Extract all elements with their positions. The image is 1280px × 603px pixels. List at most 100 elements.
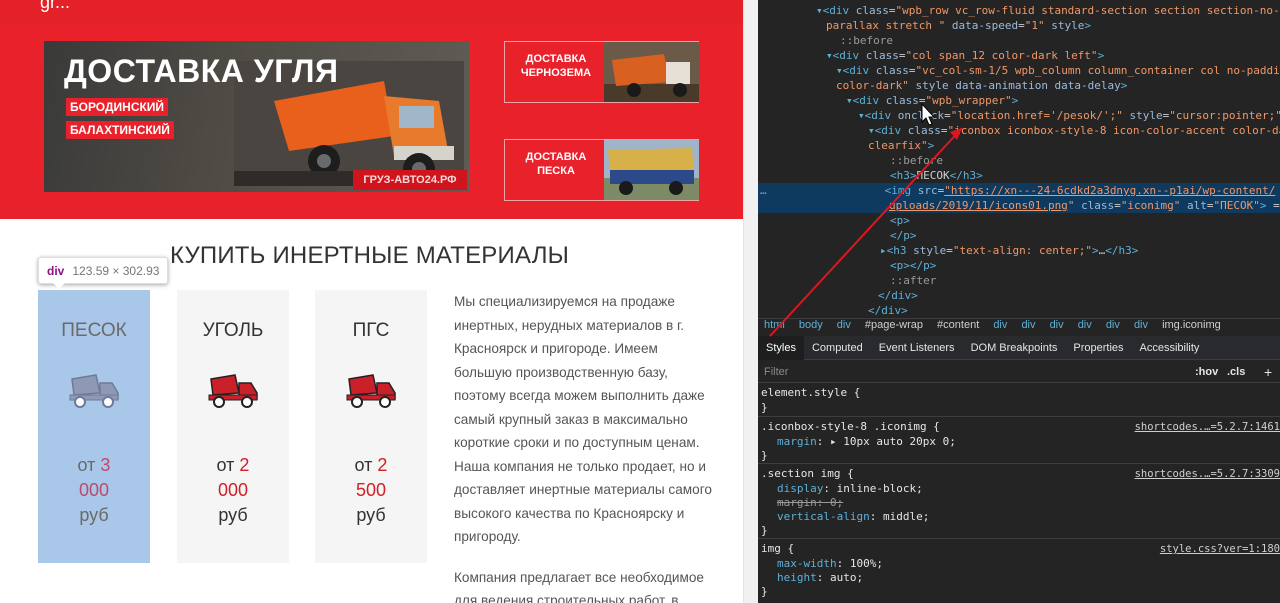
rule-declaration[interactable]: vertical-align: middle; [777, 510, 929, 524]
dom-line[interactable]: color-dark" style data-animation data-de… [836, 78, 1127, 93]
devtools-tabs: Styles Computed Event Listeners DOM Breakpo… [758, 336, 1280, 360]
dump-truck-icon [208, 374, 258, 408]
banner-site-label: ГРУЗ-АВТО24.РФ [353, 170, 467, 190]
filter-input[interactable]: Filter [764, 361, 788, 383]
dom-line[interactable]: ▾<div class="wpb_row vc_row-fluid standa… [816, 3, 1280, 18]
rule-element-style[interactable]: element.style { } [758, 384, 1280, 417]
dom-line[interactable]: </div> [878, 288, 918, 303]
rule-declaration[interactable]: height: auto; [777, 571, 863, 585]
product-price: от 2 000 руб [216, 455, 250, 525]
rule-iconbox-iconimg[interactable]: .iconbox-style-8 .iconimg { shortcodes.…… [758, 418, 1280, 464]
rule-declaration[interactable]: display: inline-block; [777, 482, 923, 496]
tab-properties[interactable]: Properties [1065, 336, 1131, 360]
rule-close: } [761, 524, 768, 537]
tooltip-size: 123.59 × 302.93 [72, 264, 160, 278]
crumb-current[interactable]: img.iconimg [1162, 319, 1221, 331]
coal-delivery-banner[interactable]: ДОСТАВКА УГЛЯ БОРОДИНСКИЙ БАЛАХТИНСКИЙ Г… [44, 41, 469, 192]
rule-close: } [761, 449, 768, 462]
crumb[interactable]: body [799, 319, 823, 331]
rule-declaration-overridden[interactable]: margin: 0; [777, 496, 843, 510]
dom-breadcrumb: html body div #page-wrap #content div di… [758, 318, 1280, 335]
dom-line[interactable]: ::before [840, 33, 893, 48]
rule-declaration[interactable]: margin: ▸ 10px auto 20px 0; [777, 435, 956, 449]
dom-line[interactable]: <h3>ПЕСОК</h3> [890, 168, 983, 183]
about-text: Мы специализируемся на продаже инертных,… [454, 290, 712, 603]
dom-line[interactable]: ▾<div class="wpb_wrapper"> [846, 93, 1018, 108]
crumb[interactable]: div [837, 319, 851, 331]
banner-tag-balakhtinsky: БАЛАХТИНСКИЙ [66, 121, 174, 139]
dom-line[interactable]: ::after [890, 273, 936, 288]
product-name: ПГС [352, 320, 390, 341]
chernozem-delivery-card[interactable]: ДОСТАВКА ЧЕРНОЗЕМА [504, 41, 699, 103]
dom-line[interactable]: ▸<h3 style="text-align: center;">…</h3> [880, 243, 1138, 258]
dom-line[interactable]: ▾<div class="col span_12 color-dark left… [826, 48, 1104, 63]
banner-title: ДОСТАВКА УГЛЯ [64, 53, 339, 89]
side-card-label: ДОСТАВКА ПЕСКА [525, 151, 587, 177]
dom-line[interactable]: ▾<div class="vc_col-sm-1/5 wpb_column co… [836, 63, 1280, 78]
product-name: ПЕСОК [61, 320, 127, 341]
dom-line-selected[interactable]: … <img src="https://xn---24-6cdkd2a3dnyg.… [758, 183, 1280, 198]
dom-line[interactable]: <p> [890, 213, 910, 228]
crumb[interactable]: #content [937, 319, 979, 331]
product-card-coal[interactable]: УГОЛЬ от 2 000 руб [177, 290, 289, 563]
styles-filter-bar: Filter :hov .cls + [758, 361, 1280, 383]
section-title: КУПИТЬ ИНЕРТНЫЕ МАТЕРИАЛЫ [170, 242, 570, 269]
rule-close: } [761, 585, 768, 598]
dom-line[interactable]: ▾<div class="iconbox iconbox-style-8 ico… [868, 123, 1280, 138]
rule-selector: element.style { [761, 386, 861, 399]
crumb[interactable]: #page-wrap [865, 319, 923, 331]
dom-line[interactable]: ▾<div onclick="location.href='/pesok/';"… [858, 108, 1280, 123]
rule-section-img[interactable]: .section img { shortcodes.…=5.2.7:3309 d… [758, 465, 1280, 539]
dom-line[interactable]: </div> [868, 303, 908, 318]
dom-tree[interactable]: ▾<div class="wpb_row vc_row-fluid standa… [758, 0, 1280, 318]
product-price: от 3 000 руб [77, 455, 111, 525]
about-paragraph-1: Мы специализируемся на продаже инертных,… [454, 294, 712, 544]
product-card-sand[interactable]: ПЕСОК от 3 000 руб [38, 290, 150, 563]
new-rule-plus-icon[interactable]: + [1264, 361, 1272, 383]
product-name: УГОЛЬ [202, 320, 264, 341]
rule-selector: img { [761, 542, 795, 555]
rule-source-link[interactable]: shortcodes.…=5.2.7:1461 [1135, 420, 1280, 434]
crumb[interactable]: div [993, 319, 1007, 331]
dom-line[interactable]: clearfix"> [868, 138, 934, 153]
dom-line[interactable]: ::before [890, 153, 943, 168]
site-top-text: gr... [40, 0, 71, 12]
cls-toggle[interactable]: .cls [1227, 361, 1245, 383]
tab-event-listeners[interactable]: Event Listeners [871, 336, 963, 360]
crumb[interactable]: div [1106, 319, 1120, 331]
page-scrollbar[interactable] [743, 0, 758, 603]
crumb[interactable]: div [1050, 319, 1064, 331]
dom-line[interactable]: <p></p> [890, 258, 936, 273]
crumb[interactable]: html [764, 319, 785, 331]
styles-rules: element.style { } .iconbox-style-8 .icon… [758, 384, 1280, 603]
dom-line[interactable]: parallax stretch " data-speed="1" style> [826, 18, 1091, 33]
rule-declaration[interactable]: max-width: 100%; [777, 557, 883, 571]
dom-line-selected[interactable]: uploads/2019/11/icons01.png" class="icon… [758, 198, 1280, 213]
tooltip-tag: div [47, 264, 65, 278]
sand-truck-photo [604, 140, 699, 200]
crumb[interactable]: div [1021, 319, 1035, 331]
rule-selector: .iconbox-style-8 .iconimg { [761, 420, 940, 433]
rule-source-link[interactable]: style.css?ver=1:180 [1160, 542, 1280, 556]
tab-accessibility[interactable]: Accessibility [1132, 336, 1208, 360]
header-banner-area: gr... ДОСТАВКА УГЛЯ БОРОДИНСКИЙ БАЛАХТИН… [0, 0, 743, 219]
product-card-pgs[interactable]: ПГС от 2 500 руб [315, 290, 427, 563]
rule-source-link[interactable]: shortcodes.…=5.2.7:3309 [1135, 467, 1280, 481]
hov-toggle[interactable]: :hov [1195, 361, 1218, 383]
tab-styles[interactable]: Styles [758, 336, 804, 360]
crumb[interactable]: div [1078, 319, 1092, 331]
about-paragraph-2: Компания предлагает все необходимое для … [454, 569, 704, 603]
tab-computed[interactable]: Computed [804, 336, 871, 360]
rule-img[interactable]: img { style.css?ver=1:180 max-width: 100… [758, 540, 1280, 603]
dump-truck-icon [346, 374, 396, 408]
web-page: gr... ДОСТАВКА УГЛЯ БОРОДИНСКИЙ БАЛАХТИН… [0, 0, 743, 603]
product-price: от 2 500 руб [354, 455, 388, 525]
top-strip: gr... [0, 0, 743, 23]
rule-close: } [761, 401, 768, 414]
sand-delivery-card[interactable]: ДОСТАВКА ПЕСКА [504, 139, 699, 201]
crumb[interactable]: div [1134, 319, 1148, 331]
chernozem-truck-photo [604, 42, 699, 102]
side-card-label: ДОСТАВКА ЧЕРНОЗЕМА [520, 53, 592, 79]
tab-dom-breakpoints[interactable]: DOM Breakpoints [963, 336, 1066, 360]
dom-line[interactable]: </p> [890, 228, 917, 243]
